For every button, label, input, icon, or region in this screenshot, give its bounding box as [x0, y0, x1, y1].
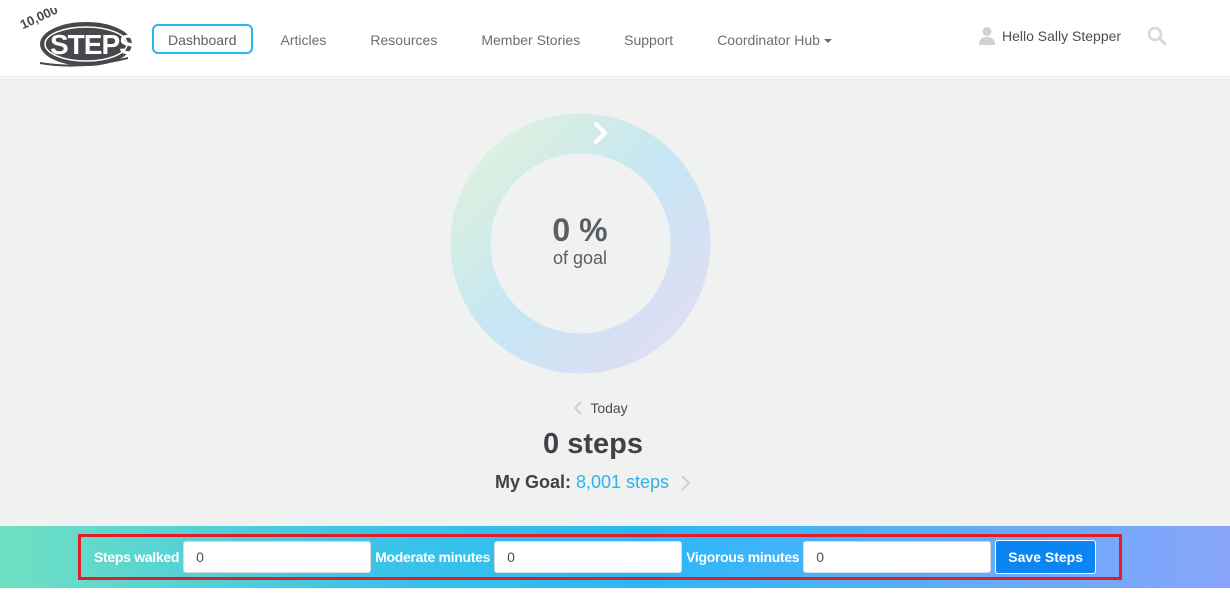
caret-down-icon: [823, 39, 832, 44]
svg-text:STEPS: STEPS: [50, 29, 135, 60]
day-selector: Today: [480, 400, 720, 416]
user-greeting: Hello Sally Stepper: [1002, 28, 1122, 44]
nav-resources[interactable]: Resources: [354, 24, 453, 54]
nav-coordinator-hub-label: Coordinator Hub: [717, 32, 820, 48]
vigorous-minutes-input[interactable]: [803, 541, 992, 573]
dashboard-main: 0 % of goal Today 0 steps My Goal: 8,001…: [0, 78, 1230, 526]
moderate-minutes-label: Moderate minutes: [375, 549, 491, 565]
goal-percent-subtitle: of goal: [552, 248, 608, 268]
steps-walked-label: Steps walked: [94, 549, 180, 565]
goal-percent: 0 %: [552, 212, 608, 248]
save-steps-button[interactable]: Save Steps: [995, 540, 1097, 574]
chevron-right-icon[interactable]: [590, 120, 612, 146]
nav-support[interactable]: Support: [608, 24, 689, 54]
search-icon[interactable]: [1147, 26, 1167, 46]
day-label: Today: [590, 400, 628, 416]
goal-row: My Goal: 8,001 steps: [440, 472, 746, 493]
steps-total: 0 steps: [543, 428, 643, 460]
moderate-minutes-input[interactable]: [494, 541, 683, 573]
user-icon: [979, 27, 995, 45]
log-steps-form: Steps walked Moderate minutes Vigorous m…: [78, 534, 1122, 580]
chevron-left-icon[interactable]: [572, 400, 584, 416]
user-menu[interactable]: Hello Sally Stepper: [978, 24, 1121, 48]
steps-walked-input[interactable]: [183, 541, 372, 573]
nav-articles[interactable]: Articles: [265, 24, 343, 54]
goal-value-link[interactable]: 8,001 steps: [576, 472, 669, 493]
main-nav: Dashboard Articles Resources Member Stor…: [152, 24, 860, 54]
nav-member-stories[interactable]: Member Stories: [465, 24, 596, 54]
top-navbar: 10,000 STEPS Dashboard Articles Resource…: [0, 0, 1230, 77]
goal-label: My Goal:: [494, 472, 571, 492]
nav-dashboard[interactable]: Dashboard: [152, 24, 253, 54]
nav-coordinator-hub[interactable]: Coordinator Hub: [701, 24, 848, 54]
log-steps-bar: Steps walked Moderate minutes Vigorous m…: [0, 526, 1230, 588]
chevron-right-icon[interactable]: [679, 474, 691, 492]
vigorous-minutes-label: Vigorous minutes: [686, 549, 800, 565]
site-logo[interactable]: 10,000 STEPS: [18, 2, 138, 70]
